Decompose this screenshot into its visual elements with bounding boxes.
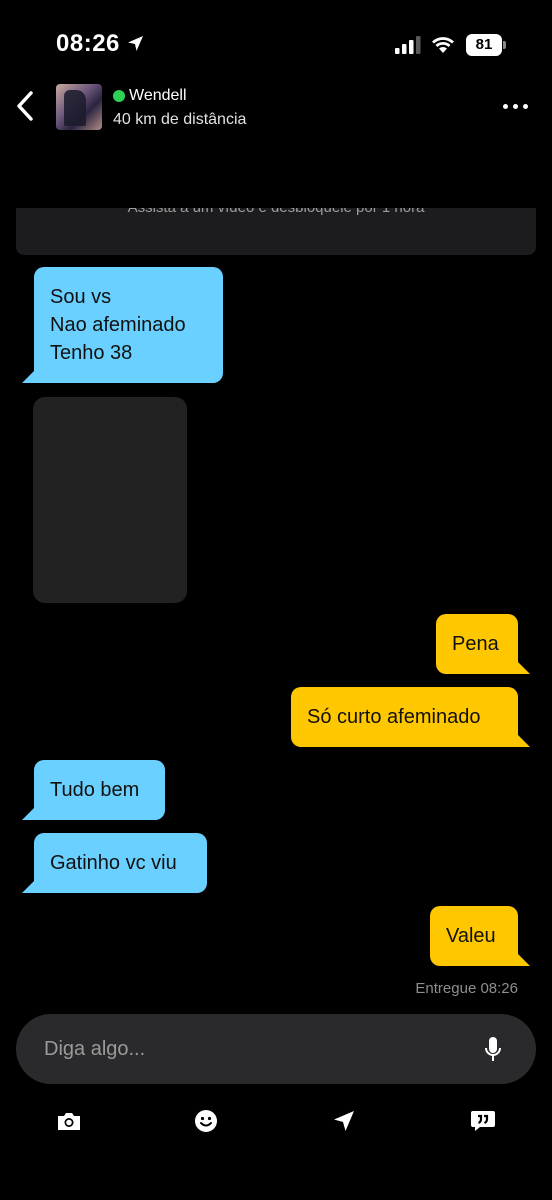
message-text: Nao afeminado [50, 314, 186, 336]
location-arrow-icon [127, 35, 144, 57]
wifi-icon [430, 34, 456, 59]
message-bubble-received[interactable]: Tudo bem [22, 760, 165, 820]
status-bar: 08:26 81 [0, 0, 552, 80]
contact-name: Wendell [129, 87, 187, 104]
message-text: Sou vs [50, 286, 112, 308]
camera-button[interactable] [56, 1108, 82, 1134]
chat-toolbar [0, 1100, 552, 1140]
message-input-bar [16, 1014, 536, 1084]
battery-icon: 81 [466, 34, 506, 56]
microphone-icon [485, 1037, 501, 1061]
more-dots-icon [503, 104, 508, 109]
contact-info[interactable]: Wendell 40 km de distância [113, 86, 246, 129]
message-text: Gatinho vc viu [50, 852, 177, 874]
unlock-banner-text: Assista a um vídeo e desbloqueie por 1 h… [16, 208, 536, 216]
message-media-blurred[interactable] [33, 397, 187, 603]
message-bubble-received[interactable]: Sou vs Nao afeminado Tenho 38 [22, 267, 223, 383]
chat-messages[interactable]: Assista a um vídeo e desbloqueie por 1 h… [0, 140, 552, 1010]
message-bubble-received[interactable]: Gatinho vc viu [22, 833, 207, 893]
delivered-status: Entregue 08:26 [415, 980, 518, 997]
avatar[interactable] [56, 84, 102, 130]
microphone-button[interactable] [484, 1036, 502, 1069]
quick-replies-button[interactable] [470, 1108, 496, 1134]
message-bubble-sent[interactable]: Valeu [430, 906, 530, 966]
back-button[interactable] [8, 86, 42, 126]
smiley-icon [195, 1110, 217, 1132]
battery-level: 81 [466, 34, 502, 56]
emoji-button[interactable] [193, 1108, 219, 1134]
location-send-icon [334, 1111, 354, 1131]
unlock-banner[interactable]: Assista a um vídeo e desbloqueie por 1 h… [16, 208, 536, 255]
online-status-icon [113, 90, 125, 102]
more-options-button[interactable] [503, 104, 528, 109]
message-text: Só curto afeminado [307, 706, 481, 728]
camera-icon [58, 1113, 80, 1130]
status-time: 08:26 [56, 30, 120, 57]
cellular-signal-icon [395, 36, 421, 59]
chat-header: Wendell 40 km de distância [0, 80, 552, 140]
quick-reply-icon [471, 1111, 495, 1131]
message-text: Valeu [446, 925, 496, 947]
message-bubble-sent[interactable]: Só curto afeminado [291, 687, 530, 747]
contact-distance: 40 km de distância [113, 111, 247, 128]
message-text: Tudo bem [50, 779, 140, 801]
message-text: Tenho 38 [50, 342, 133, 364]
message-input[interactable] [44, 1014, 464, 1084]
send-location-button[interactable] [331, 1108, 357, 1134]
back-chevron-icon [17, 91, 33, 121]
message-bubble-sent[interactable]: Pena [436, 614, 530, 674]
message-text: Pena [452, 633, 499, 655]
